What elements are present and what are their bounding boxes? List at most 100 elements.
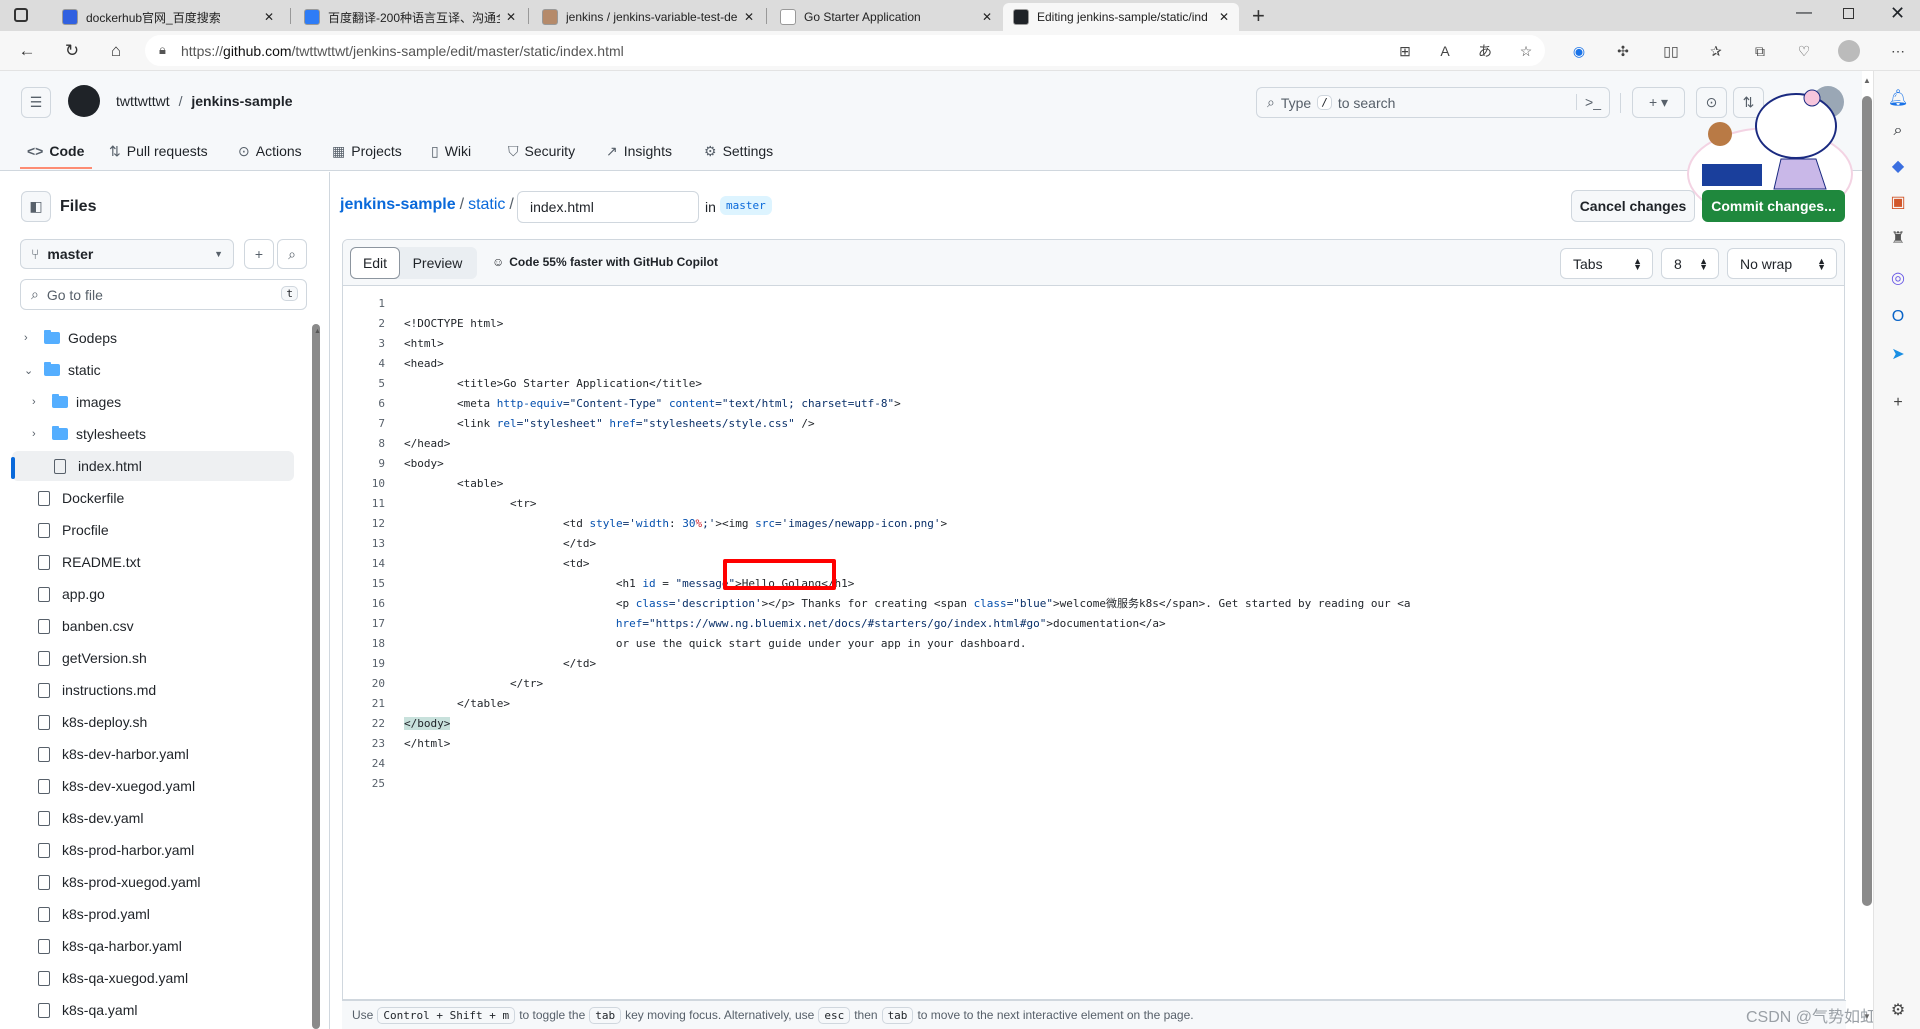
scroll-up-arrow[interactable]: ▲ (1863, 76, 1871, 85)
scroll-down-arrow[interactable]: ▼ (1863, 1012, 1871, 1021)
code-line[interactable]: </td> (404, 534, 596, 554)
extension-shield-icon[interactable]: ◉ (1568, 40, 1590, 62)
code-line[interactable]: <head> (404, 354, 444, 374)
tree-file[interactable]: k8s-prod-xuegod.yaml (12, 867, 294, 897)
page-scrollbar[interactable] (1862, 96, 1872, 906)
breadcrumb-repo-link[interactable]: jenkins-sample (340, 196, 456, 214)
go-to-file-input[interactable]: ⌕ Go to file t (20, 279, 307, 310)
close-tab-icon[interactable]: ✕ (264, 10, 274, 24)
tree-folder[interactable]: › Godeps (12, 323, 294, 353)
code-line[interactable]: </head> (404, 434, 450, 454)
tree-file[interactable]: instructions.md (12, 675, 294, 705)
lock-icon[interactable]: 🔒︎ (159, 42, 166, 58)
chevron-right-icon[interactable]: › (24, 332, 38, 344)
indent-size-select[interactable]: 8 ▲ ▼ (1661, 248, 1719, 279)
nav-tab-projects[interactable]: ▦ Projects (332, 137, 402, 165)
home-icon[interactable]: ⌂ (104, 39, 128, 63)
close-tab-icon[interactable]: ✕ (982, 10, 992, 24)
code-line[interactable]: href="https://www.ng.bluemix.net/docs/#s… (404, 614, 1166, 634)
code-line[interactable]: <title>Go Starter Application</title> (404, 374, 702, 394)
settings-gear-icon[interactable]: ⚙ (1886, 999, 1910, 1023)
indent-mode-select[interactable]: Tabs ▲ ▼ (1560, 248, 1653, 279)
chevron-down-icon[interactable]: ⌄ (24, 364, 38, 377)
tree-folder[interactable]: › images (12, 387, 294, 417)
code-line[interactable]: <td style='width: 30%;'><img src='images… (404, 514, 947, 534)
edit-tab[interactable]: Edit (350, 247, 400, 279)
favorites-icon[interactable]: ✰ (1705, 40, 1727, 62)
pull-requests-icon[interactable]: ⇅ (1733, 87, 1764, 118)
chevron-right-icon[interactable]: › (32, 396, 46, 408)
command-palette-icon[interactable]: >_ (1576, 94, 1601, 110)
new-tab-button[interactable]: + (1252, 3, 1265, 29)
chevron-right-icon[interactable]: › (32, 428, 46, 440)
user-avatar[interactable] (1812, 86, 1844, 118)
browser-tab[interactable]: 百度翻译-200种语言互译、沟通全 ✕ (294, 3, 526, 31)
tree-file[interactable]: index.html (11, 451, 294, 481)
tree-folder[interactable]: ⌄ static (12, 355, 294, 385)
nav-tab-actions[interactable]: ⊙ Actions (238, 137, 302, 165)
scroll-up-arrow[interactable]: ▲ (314, 328, 321, 335)
code-line[interactable]: </html> (404, 734, 450, 754)
browser-tab[interactable]: dockerhub官网_百度搜索 ✕ (52, 3, 284, 31)
tree-file[interactable]: k8s-deploy.sh (12, 707, 294, 737)
performance-icon[interactable]: ♡ (1793, 40, 1815, 62)
tree-folder[interactable]: › stylesheets (12, 419, 294, 449)
code-area[interactable]: 1 2 <!DOCTYPE html> 3 <html> 4 <head> 5 <title>… (343, 286, 1844, 999)
code-line[interactable]: <meta http-equiv="Content-Type" content=… (404, 394, 901, 414)
repo-link[interactable]: jenkins-sample (191, 93, 292, 109)
code-line[interactable]: <html> (404, 334, 444, 354)
code-line[interactable]: <body> (404, 454, 444, 474)
close-tab-icon[interactable]: ✕ (1219, 10, 1229, 24)
code-line[interactable]: <tr> (404, 494, 537, 514)
nav-tab-settings[interactable]: ⚙ Settings (704, 137, 773, 165)
games-icon[interactable]: ♜ (1886, 227, 1910, 251)
tree-file[interactable]: k8s-prod-harbor.yaml (12, 835, 294, 865)
search-input[interactable]: ⌕ Type / to search >_ (1256, 87, 1610, 118)
tree-file[interactable]: k8s-prod.yaml (12, 899, 294, 929)
tree-file[interactable]: k8s-dev.yaml (12, 803, 294, 833)
copilot-icon[interactable]: ◎ (1886, 267, 1910, 291)
preview-tab[interactable]: Preview (400, 247, 475, 279)
browser-tab[interactable]: Editing jenkins-sample/static/ind ✕ (1003, 3, 1239, 31)
filename-input[interactable]: index.html (517, 191, 699, 223)
wrap-mode-select[interactable]: No wrap ▲ ▼ (1727, 248, 1837, 279)
search-icon[interactable]: ⌕ (1886, 119, 1910, 143)
translate-icon[interactable]: あ (1474, 40, 1496, 62)
code-line[interactable]: <p class='description'></p> Thanks for c… (404, 594, 1411, 614)
tree-file[interactable]: banben.csv (12, 611, 294, 641)
add-file-button[interactable]: + (244, 239, 274, 269)
app-available-icon[interactable]: ⊞ (1394, 40, 1416, 62)
github-logo-icon[interactable] (68, 85, 100, 117)
refresh-icon[interactable]: ↻ (60, 39, 84, 63)
close-window-button[interactable]: ✕ (1890, 3, 1905, 24)
tree-file[interactable]: k8s-qa-xuegod.yaml (12, 963, 294, 993)
commit-changes-button[interactable]: Commit changes... (1702, 190, 1845, 222)
code-line[interactable]: </table> (404, 694, 510, 714)
code-line[interactable]: <table> (404, 474, 503, 494)
close-tab-icon[interactable]: ✕ (744, 10, 754, 24)
tree-file[interactable]: README.txt (12, 547, 294, 577)
code-line[interactable]: <link rel="stylesheet" href="stylesheets… (404, 414, 815, 434)
restore-button[interactable] (1843, 8, 1854, 19)
nav-tab-pull-requests[interactable]: ⇅ Pull requests (109, 137, 208, 165)
create-new-button[interactable]: + ▾ (1632, 87, 1685, 118)
extensions-icon[interactable]: ✣ (1612, 40, 1634, 62)
outlook-icon[interactable]: O (1886, 305, 1910, 329)
code-line[interactable]: or use the quick start guide under your … (404, 634, 1027, 654)
nav-tab-security[interactable]: ⛉ Security (508, 137, 575, 165)
collapse-sidebar-icon[interactable]: ◧ (21, 191, 51, 222)
issues-icon[interactable]: ⊙ (1696, 87, 1727, 118)
favorite-star-icon[interactable]: ☆ (1515, 40, 1537, 62)
url-bar[interactable]: 🔒︎ https://github.com/twttwttwt/jenkins-… (145, 35, 1545, 66)
code-line[interactable]: <!DOCTYPE html> (404, 314, 503, 334)
send-icon[interactable]: ➤ (1886, 343, 1910, 367)
tree-file[interactable]: k8s-qa-harbor.yaml (12, 931, 294, 961)
copilot-promo[interactable]: ☺ Code 55% faster with GitHub Copilot (492, 255, 718, 269)
cancel-changes-button[interactable]: Cancel changes (1571, 190, 1695, 222)
browser-tab[interactable]: Go Starter Application ✕ (770, 3, 1002, 31)
tree-file[interactable]: app.go (12, 579, 294, 609)
bell-icon[interactable]: 🔔︎ (1886, 87, 1910, 111)
tree-file[interactable]: Dockerfile (12, 483, 294, 513)
profile-avatar[interactable] (1838, 40, 1860, 62)
tree-file[interactable]: k8s-qa.yaml (12, 995, 294, 1025)
